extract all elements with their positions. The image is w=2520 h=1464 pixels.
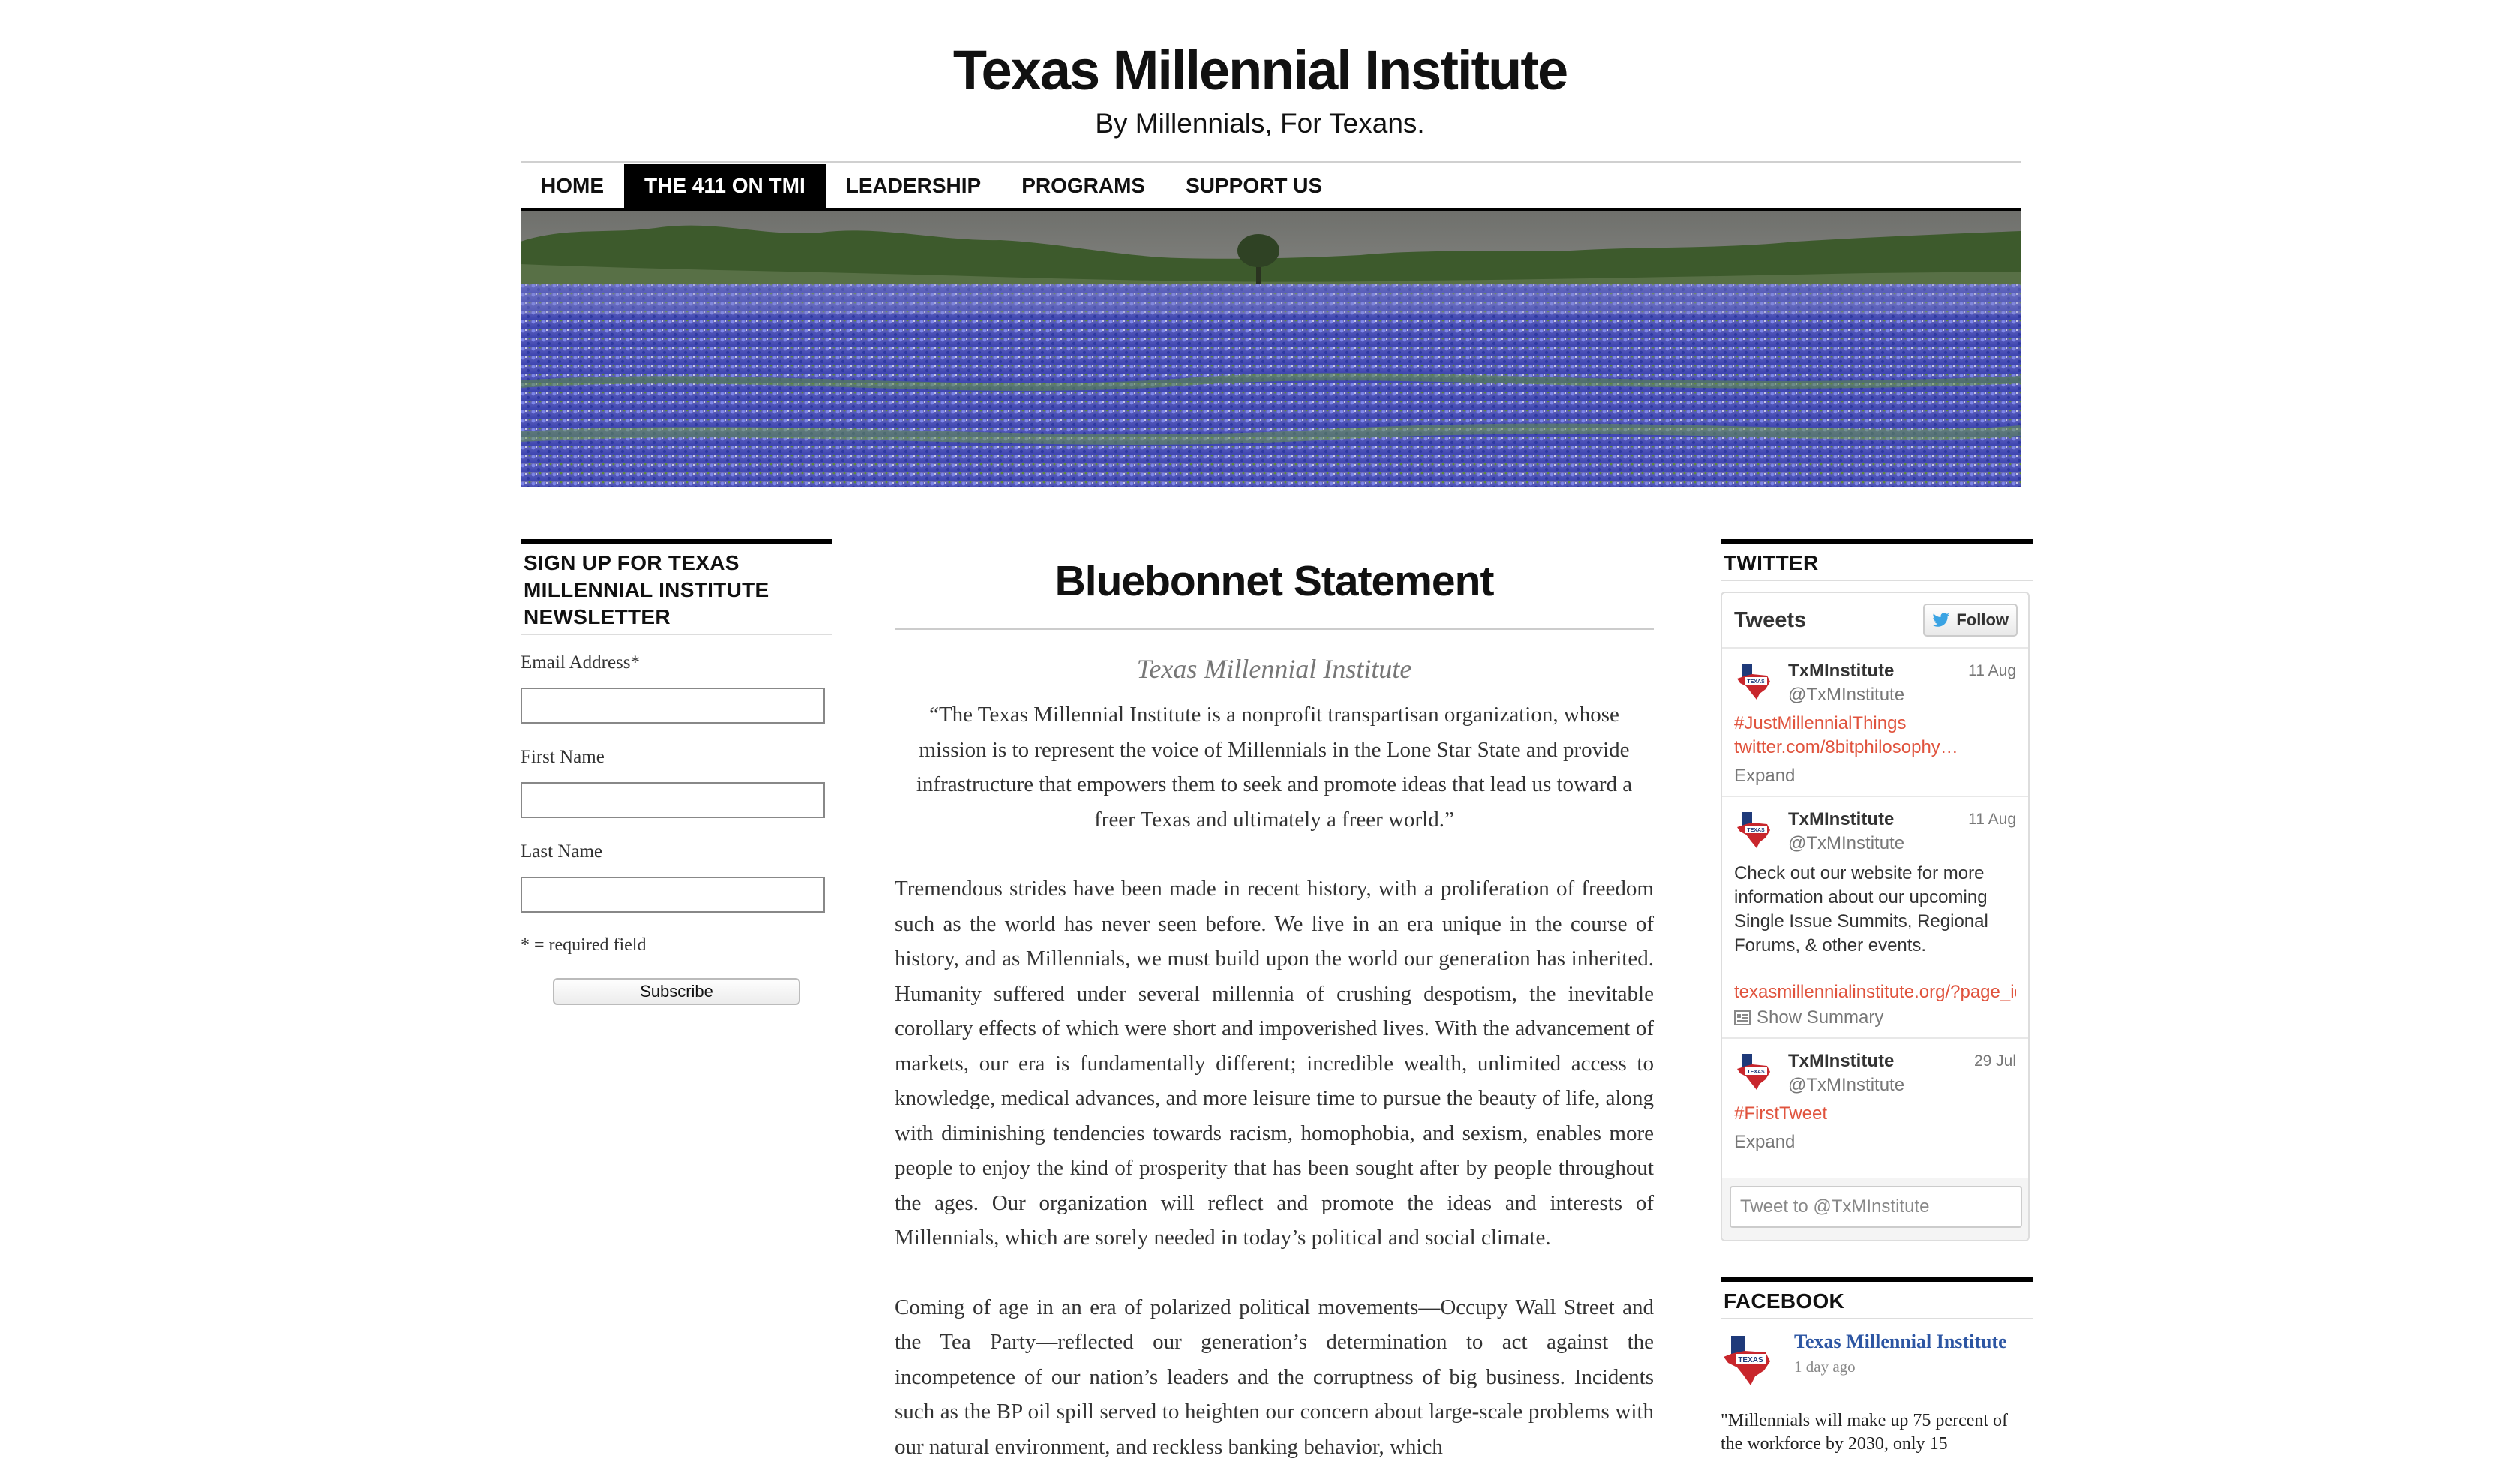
tweet-author-handle[interactable]: @TxMInstitute xyxy=(1788,1073,1974,1097)
right-sidebar: Twitter Tweets Follow xyxy=(1720,539,2032,1456)
twitter-bird-icon xyxy=(1932,613,1950,627)
tweet-expand-link[interactable]: Expand xyxy=(1734,1130,2016,1154)
follow-label: Follow xyxy=(1956,610,2008,629)
post-paragraph-1: Tremendous strides have been made in rec… xyxy=(895,877,1654,1250)
email-label: Email Address* xyxy=(520,652,640,673)
tweet-date[interactable]: 11 Aug xyxy=(1968,659,2016,707)
site-tagline: By Millennials, For Texans. xyxy=(1095,108,1425,139)
twitter-follow-button[interactable]: Follow xyxy=(1923,604,2018,637)
tweet-author-name[interactable]: TxMInstitute xyxy=(1788,808,1968,832)
first-name-label: First Name xyxy=(520,747,604,767)
tweet-hashtag-link[interactable]: #FirstTweet xyxy=(1734,1102,2016,1126)
post-paragraph-2: Coming of age in an era of polarized pol… xyxy=(895,1294,1654,1459)
show-summary-label: Show Summary xyxy=(1756,1007,1884,1028)
svg-text:TEXAS: TEXAS xyxy=(1738,1356,1763,1364)
post-content: Bluebonnet Statement Texas Millennial In… xyxy=(895,554,1654,1464)
tweet-item: TEXAS TxMInstitute @TxMInstitute 29 Jul … xyxy=(1722,1039,2028,1162)
tweet-date[interactable]: 11 Aug xyxy=(1968,808,2016,856)
nav-item-home[interactable]: Home xyxy=(520,164,624,208)
subscribe-button[interactable]: Subscribe xyxy=(553,978,800,1005)
facebook-post-time[interactable]: 1 day ago xyxy=(1794,1355,2007,1378)
tweet-item: TEXAS TxMInstitute @TxMInstitute 11 Aug … xyxy=(1722,649,2028,797)
tweet-text: Check out our website for more informati… xyxy=(1734,863,1988,956)
texas-flag-logo-icon: TEXAS xyxy=(1724,1336,1770,1385)
tweet-compose-input[interactable]: Tweet to @TxMInstitute xyxy=(1730,1186,2022,1228)
header-divider xyxy=(520,161,2020,163)
facebook-section-title: Facebook xyxy=(1724,1289,1845,1312)
texas-flag-avatar-icon: TEXAS xyxy=(1737,1054,1770,1090)
newsletter-widget: Sign up for Texas Millennial Institute N… xyxy=(520,539,832,1005)
mission-quote: “The Texas Millennial Institute is a non… xyxy=(916,703,1633,832)
nav-item-support-us[interactable]: Support Us xyxy=(1166,164,1342,208)
post-title: Bluebonnet Statement xyxy=(1054,557,1495,605)
facebook-widget: Facebook TEXAS Texas Millennial Institut… xyxy=(1720,1277,2032,1456)
required-field-note: * = required field xyxy=(520,935,646,955)
tweet-author-name[interactable]: TxMInstitute xyxy=(1788,659,1968,683)
tweet-expand-link[interactable]: Expand xyxy=(1734,764,2016,788)
tweet-url-link[interactable]: texasmillennialinstitute.org/?page_id xyxy=(1734,980,2016,1004)
tweet-author-handle[interactable]: @TxMInstitute xyxy=(1788,683,1968,707)
post-title-divider xyxy=(895,628,1654,630)
main-nav: Home The 411 on TMI Leadership Programs … xyxy=(520,164,2020,208)
email-field[interactable] xyxy=(520,688,825,724)
facebook-post-text: "Millennials will make up 75 percent of … xyxy=(1720,1411,2008,1454)
facebook-divider xyxy=(1720,1318,2032,1319)
summary-icon xyxy=(1734,1010,1750,1025)
nav-item-leadership[interactable]: Leadership xyxy=(826,164,1001,208)
site-title[interactable]: Texas Millennial Institute xyxy=(0,34,2520,106)
texas-flag-avatar-icon: TEXAS xyxy=(1737,812,1770,848)
tweet-item: TEXAS TxMInstitute @TxMInstitute 11 Aug … xyxy=(1722,797,2028,1039)
nav-item-programs[interactable]: Programs xyxy=(1001,164,1166,208)
post-byline: Texas Millennial Institute xyxy=(1136,654,1412,684)
twitter-section-title: Twitter xyxy=(1724,551,1819,574)
tweet-compose-area: Tweet to @TxMInstitute xyxy=(1722,1178,2028,1240)
first-name-field[interactable] xyxy=(520,782,825,818)
facebook-page-name[interactable]: Texas Millennial Institute xyxy=(1794,1330,2007,1354)
twitter-timeline-header: Tweets Follow xyxy=(1722,593,2028,649)
twitter-divider xyxy=(1720,580,2032,581)
tweet-url-link[interactable]: twitter.com/8bitphilosophy… xyxy=(1734,736,2016,760)
tweet-author-name[interactable]: TxMInstitute xyxy=(1788,1049,1974,1073)
texas-flag-avatar-icon: TEXAS xyxy=(1737,664,1770,700)
nav-item-the-411-on-tmi[interactable]: The 411 on TMI xyxy=(624,164,826,208)
svg-text:TEXAS: TEXAS xyxy=(1747,680,1765,685)
svg-text:TEXAS: TEXAS xyxy=(1747,828,1765,833)
svg-text:TEXAS: TEXAS xyxy=(1747,1070,1765,1075)
widget-divider xyxy=(520,634,832,635)
last-name-label: Last Name xyxy=(520,842,602,862)
twitter-timeline: Tweets Follow TEXAS TxMInstitute @TxMIns… xyxy=(1720,592,2030,1241)
bluebonnet-field-banner xyxy=(520,212,2020,488)
page: Texas Millennial Institute By Millennial… xyxy=(0,0,2520,1464)
tweet-author-handle[interactable]: @TxMInstitute xyxy=(1788,832,1968,856)
tweet-show-summary-link[interactable]: Show Summary xyxy=(1734,1006,2016,1030)
last-name-field[interactable] xyxy=(520,877,825,913)
newsletter-title: Sign up for Texas Millennial Institute N… xyxy=(524,551,770,628)
tweets-heading: Tweets xyxy=(1734,608,1807,632)
tweet-date[interactable]: 29 Jul xyxy=(1974,1049,2016,1097)
tweet-hashtag-link[interactable]: #JustMillennialThings xyxy=(1734,712,2016,736)
